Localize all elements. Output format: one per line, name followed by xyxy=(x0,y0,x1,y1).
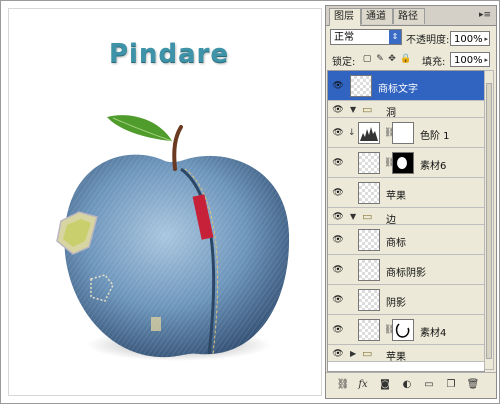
group-name: 洞 xyxy=(386,108,396,119)
fx-icon[interactable]: fx xyxy=(356,379,370,391)
layer-thumbnail xyxy=(358,289,380,311)
lock-pixels-icon[interactable]: ✎ xyxy=(375,54,385,64)
group-row[interactable]: 👁 ▼ ▭ 边 xyxy=(328,208,484,226)
layer-thumbnail xyxy=(358,319,380,341)
eye-icon[interactable]: 👁 xyxy=(331,128,345,138)
mask-thumbnail xyxy=(392,152,414,174)
layer-name: 素材4 xyxy=(420,328,447,339)
layer-row[interactable]: 👁 商标 xyxy=(328,225,484,255)
group-row[interactable]: 👁 ▶ ▭ 苹果 xyxy=(328,345,484,363)
scrollbar-thumb[interactable] xyxy=(486,83,492,359)
eye-icon[interactable]: 👁 xyxy=(331,325,345,335)
link-icon[interactable]: ⛓ xyxy=(336,379,350,391)
layer-thumbnail xyxy=(358,229,380,251)
layer-name: 苹果 xyxy=(386,191,406,202)
blend-mode-select[interactable]: 正常 ⇕ xyxy=(330,29,402,45)
tab-paths[interactable]: 路径 xyxy=(393,8,425,24)
layer-row[interactable]: 👁 ↓ ⛓ 色阶 1 xyxy=(328,118,484,148)
expand-down-icon[interactable]: ▼ xyxy=(350,212,356,221)
mask-thumbnail xyxy=(392,319,414,341)
panel-bottom-bar: ⛓ fx ◙ ◐ ▭ ❐ 🗑 xyxy=(326,372,496,397)
lock-transparency-icon[interactable]: ▢ xyxy=(362,54,372,64)
denim-apple-image xyxy=(56,115,290,361)
opacity-label: 不透明度: xyxy=(406,35,450,46)
panel-tabs: 图层 通道 路径 ▸≡ xyxy=(326,6,496,26)
new-layer-icon[interactable]: ❐ xyxy=(444,379,458,391)
group-row[interactable]: 👁 ▼ ▭ 洞 xyxy=(328,101,484,119)
eye-icon[interactable]: 👁 xyxy=(331,235,345,245)
tab-channels[interactable]: 通道 xyxy=(361,8,393,24)
expand-down-icon[interactable]: ▼ xyxy=(350,105,356,114)
blend-row: 正常 ⇕ 不透明度: 100% ▸ xyxy=(326,27,496,49)
folder-icon: ▭ xyxy=(362,210,373,223)
chevron-right-icon: ▸ xyxy=(484,56,488,64)
lock-position-icon[interactable]: ✥ xyxy=(387,54,397,64)
opacity-input[interactable]: 100% ▸ xyxy=(450,31,490,46)
eye-icon[interactable]: 👁 xyxy=(331,349,345,359)
layer-row[interactable]: 👁 商标文字 xyxy=(328,71,484,101)
fill-input[interactable]: 100% ▸ xyxy=(450,52,490,67)
blend-mode-value: 正常 xyxy=(334,32,354,43)
eye-icon[interactable]: 👁 xyxy=(331,188,345,198)
eye-icon[interactable]: 👁 xyxy=(331,212,345,222)
tab-layers[interactable]: 图层 xyxy=(329,8,361,26)
layer-thumbnail xyxy=(358,152,380,174)
group-name: 苹果 xyxy=(386,352,406,363)
layer-thumbnail xyxy=(358,259,380,281)
adjustment-icon[interactable]: ◐ xyxy=(400,379,414,391)
mask-thumbnail xyxy=(392,122,414,144)
layer-row[interactable]: 👁 商标阴影 xyxy=(328,255,484,285)
layer-name: 商标文字 xyxy=(378,84,418,95)
layer-name: 色阶 1 xyxy=(420,131,450,142)
layers-list: 👁 商标文字 👁 ▼ ▭ 洞 👁 ↓ ⛓ 色阶 1 👁 ⛓ 素材6 👁 苹果 👁… xyxy=(327,70,485,372)
lock-label: 锁定: xyxy=(332,57,356,68)
layer-row[interactable]: 👁 苹果 xyxy=(328,178,484,208)
layers-panel: 图层 通道 路径 ▸≡ 正常 ⇕ 不透明度: 100% ▸ 锁定: ▢ ✎ ✥ … xyxy=(325,5,497,399)
expand-right-icon[interactable]: ▶ xyxy=(350,349,356,358)
panel-menu-icon[interactable]: ▸≡ xyxy=(478,9,492,21)
layers-scrollbar[interactable] xyxy=(484,70,494,370)
eye-icon[interactable]: 👁 xyxy=(331,81,345,91)
clip-arrow-icon: ↓ xyxy=(348,128,356,138)
document-canvas[interactable]: Pindare xyxy=(8,8,322,396)
layer-name: 商标阴影 xyxy=(386,268,426,279)
layer-thumbnail xyxy=(358,182,380,204)
mask-icon[interactable]: ◙ xyxy=(378,379,392,391)
layer-name: 阴影 xyxy=(386,298,406,309)
layer-name: 商标 xyxy=(386,238,406,249)
folder-icon: ▭ xyxy=(362,103,373,116)
lock-all-icon[interactable]: 🔒 xyxy=(400,54,411,64)
dropdown-arrow-icon: ⇕ xyxy=(389,30,401,44)
layer-thumbnail xyxy=(350,75,372,97)
fill-value: 100% xyxy=(454,55,483,66)
layer-row[interactable]: 👁 ⛓ 素材6 xyxy=(328,148,484,178)
layer-row[interactable]: 👁 ⛓ 素材4 xyxy=(328,315,484,345)
fill-label: 填充: xyxy=(422,57,446,68)
chevron-right-icon: ▸ xyxy=(484,35,488,43)
eye-icon[interactable]: 👁 xyxy=(331,265,345,275)
levels-icon xyxy=(358,122,380,144)
folder-icon: ▭ xyxy=(362,347,373,360)
eye-icon[interactable]: 👁 xyxy=(331,295,345,305)
eye-icon[interactable]: 👁 xyxy=(331,158,345,168)
opacity-value: 100% xyxy=(454,34,483,45)
lock-row: 锁定: ▢ ✎ ✥ 🔒 填充: 100% ▸ xyxy=(326,49,496,69)
eye-icon[interactable]: 👁 xyxy=(331,105,345,115)
trash-icon[interactable]: 🗑 xyxy=(466,379,480,391)
group-name: 边 xyxy=(386,215,396,226)
layer-name: 素材6 xyxy=(420,161,447,172)
layer-row[interactable]: 👁 阴影 xyxy=(328,285,484,315)
group-icon[interactable]: ▭ xyxy=(422,379,436,391)
